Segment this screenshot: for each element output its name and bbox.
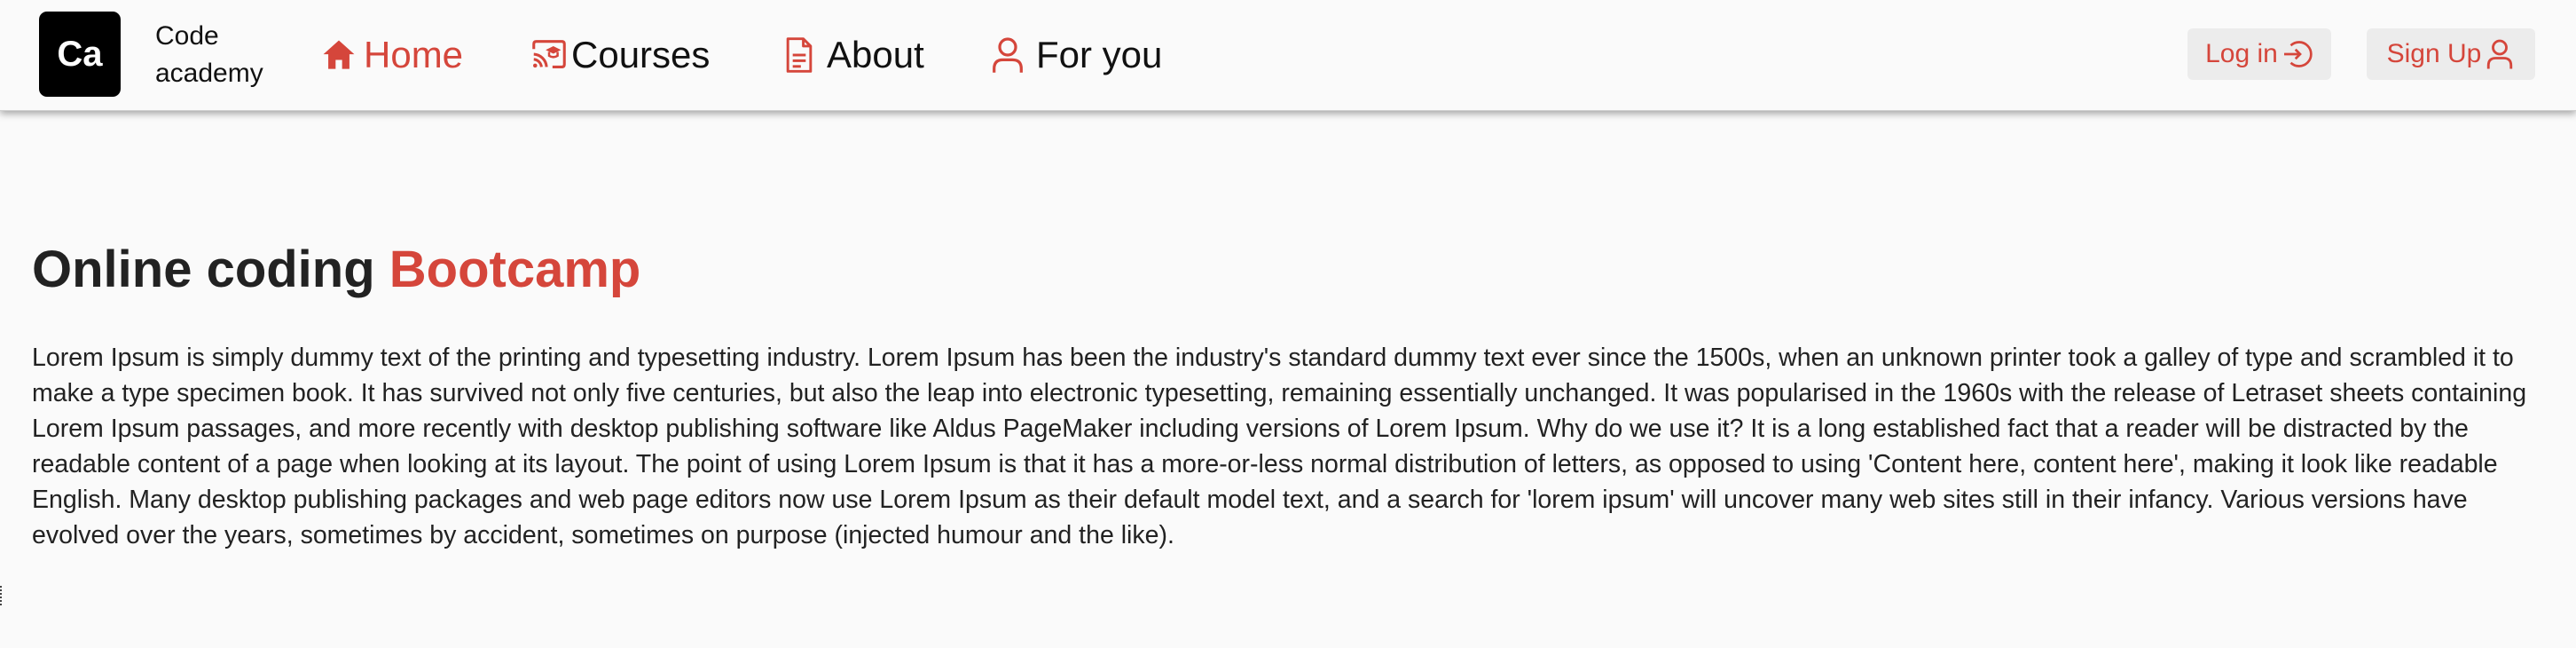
login-button[interactable]: Log in (2187, 28, 2331, 80)
person-icon (2487, 39, 2513, 69)
nav-item-courses-label: Courses (571, 34, 711, 75)
nav-item-for-you[interactable]: For you (992, 30, 1162, 80)
page-title: Online coding Bootcamp (32, 240, 640, 299)
logo-text: Ca (57, 34, 103, 74)
nav-item-home[interactable]: Home (319, 30, 463, 80)
scroll-edge-marker (0, 586, 4, 605)
cast-for-education-icon (532, 40, 566, 68)
document-icon (786, 37, 813, 73)
login-icon (2283, 41, 2313, 67)
brand-name[interactable]: Code academy (155, 18, 297, 92)
signup-button[interactable]: Sign Up (2367, 28, 2535, 80)
nav-item-home-label: Home (364, 34, 464, 75)
login-button-label: Log in (2205, 39, 2278, 68)
nav-item-courses[interactable]: Courses (529, 30, 710, 80)
page-title-prefix: Online coding (32, 241, 389, 298)
signup-button-label: Sign Up (2386, 39, 2482, 68)
page-title-accent: Bootcamp (389, 241, 641, 298)
nav-item-about[interactable]: About (784, 30, 924, 80)
home-icon (323, 40, 355, 69)
nav-item-about-label: About (827, 34, 924, 75)
intro-paragraph: Lorem Ipsum is simply dummy text of the … (32, 344, 2527, 549)
nav-item-for-you-label: For you (1036, 34, 1163, 75)
logo[interactable]: Ca (39, 12, 121, 97)
person-icon (993, 37, 1023, 73)
top-navbar: Ca Code academy Home Courses About For y… (0, 0, 2576, 111)
